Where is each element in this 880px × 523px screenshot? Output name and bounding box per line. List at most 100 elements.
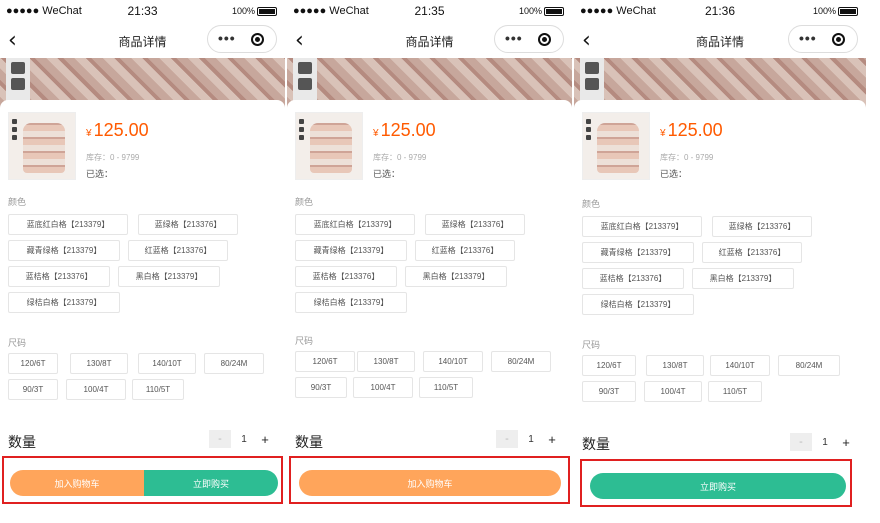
currency-symbol: ¥ bbox=[86, 128, 92, 139]
color-option[interactable]: 蓝桔格【213376】 bbox=[582, 268, 684, 289]
color-section-label: 颜色 bbox=[582, 199, 601, 209]
quantity-label: 数量 bbox=[295, 434, 323, 450]
add-to-cart-button[interactable]: 加入购物车 bbox=[10, 470, 144, 496]
stock-text: 库存：0 - 9799 bbox=[660, 153, 714, 162]
product-thumbnail bbox=[582, 112, 650, 180]
sku-selector-sheet: ¥125.00 库存：0 - 9799 已选： 颜色 蓝底红白格【213379】… bbox=[574, 100, 866, 523]
color-option[interactable]: 蓝底红白格【213379】 bbox=[8, 214, 128, 235]
color-option[interactable]: 绿桔白格【213379】 bbox=[8, 292, 120, 313]
size-section-label: 尺码 bbox=[8, 338, 27, 348]
color-option[interactable]: 蓝底红白格【213379】 bbox=[295, 214, 415, 235]
color-option[interactable]: 红蓝格【213376】 bbox=[128, 240, 228, 261]
color-option[interactable]: 红蓝格【213376】 bbox=[415, 240, 515, 261]
battery-indicator: 100% bbox=[232, 6, 277, 17]
battery-label: 100% bbox=[812, 6, 836, 16]
increase-button[interactable]: + bbox=[838, 435, 854, 450]
color-option[interactable]: 黑白格【213379】 bbox=[118, 266, 220, 287]
nav-bar: ‹ 商品详情 ••• bbox=[0, 22, 285, 58]
decrease-button[interactable]: - bbox=[209, 430, 231, 448]
stock-text: 库存：0 - 9799 bbox=[373, 153, 427, 162]
banner-thumbnail-strip bbox=[580, 58, 604, 102]
size-option[interactable]: 80/24M bbox=[778, 355, 840, 376]
quantity-value[interactable]: 1 bbox=[231, 434, 257, 445]
color-option[interactable]: 蓝桔格【213376】 bbox=[8, 266, 110, 287]
size-option[interactable]: 140/10T bbox=[423, 351, 483, 372]
color-option[interactable]: 藏青绿格【213379】 bbox=[582, 242, 694, 263]
color-option[interactable]: 蓝绿格【213376】 bbox=[712, 216, 812, 237]
quantity-value[interactable]: 1 bbox=[518, 434, 544, 445]
size-option[interactable]: 110/5T bbox=[132, 379, 184, 400]
size-option[interactable]: 80/24M bbox=[204, 353, 264, 374]
banner-thumbnail-strip bbox=[293, 58, 317, 102]
color-option[interactable]: 蓝桔格【213376】 bbox=[295, 266, 397, 287]
increase-button[interactable]: + bbox=[544, 432, 560, 447]
product-price: ¥125.00 bbox=[373, 120, 436, 141]
size-option[interactable]: 140/10T bbox=[710, 355, 770, 376]
more-icon[interactable]: ••• bbox=[218, 30, 236, 46]
color-option[interactable]: 蓝底红白格【213379】 bbox=[582, 216, 702, 237]
size-option[interactable]: 120/6T bbox=[295, 351, 355, 372]
color-option[interactable]: 黑白格【213379】 bbox=[692, 268, 794, 289]
quantity-value[interactable]: 1 bbox=[812, 437, 838, 448]
action-bar-highlight: 加入购物车 立即购买 bbox=[2, 456, 283, 504]
price-value: 125.00 bbox=[93, 120, 149, 140]
size-option[interactable]: 100/4T bbox=[353, 377, 413, 398]
phone-screen-2: ●●●●● WeChat 21:35 100% ‹ 商品详情 ••• ¥125.… bbox=[287, 0, 572, 523]
size-option[interactable]: 120/6T bbox=[8, 353, 58, 374]
close-miniprogram-icon[interactable] bbox=[538, 33, 551, 46]
color-option[interactable]: 藏青绿格【213379】 bbox=[295, 240, 407, 261]
sku-selector-sheet: ¥125.00 库存：0 - 9799 已选： 颜色 蓝底红白格【213379】… bbox=[287, 100, 572, 523]
status-bar: ●●●●● WeChat 21:35 100% bbox=[287, 0, 572, 22]
size-option[interactable]: 130/8T bbox=[646, 355, 704, 376]
close-miniprogram-icon[interactable] bbox=[251, 33, 264, 46]
sku-selector-sheet: ¥125.00 库存：0 - 9799 已选： 颜色 蓝底红白格【213379】… bbox=[0, 100, 285, 523]
decrease-button[interactable]: - bbox=[496, 430, 518, 448]
product-price: ¥125.00 bbox=[660, 120, 723, 141]
size-option[interactable]: 110/5T bbox=[419, 377, 473, 398]
status-bar: ●●●●● WeChat 21:36 100% bbox=[574, 0, 866, 22]
buy-now-button[interactable]: 立即购买 bbox=[590, 473, 846, 499]
size-section-label: 尺码 bbox=[582, 340, 601, 350]
size-option[interactable]: 130/8T bbox=[357, 351, 415, 372]
menu-capsule: ••• bbox=[207, 25, 277, 53]
stock-text: 库存：0 - 9799 bbox=[86, 153, 140, 162]
color-option[interactable]: 黑白格【213379】 bbox=[405, 266, 507, 287]
size-option[interactable]: 90/3T bbox=[295, 377, 347, 398]
size-option[interactable]: 130/8T bbox=[70, 353, 128, 374]
color-section-label: 颜色 bbox=[295, 197, 314, 207]
decrease-button[interactable]: - bbox=[790, 433, 812, 451]
size-option[interactable]: 110/5T bbox=[708, 381, 762, 402]
buy-now-button[interactable]: 立即购买 bbox=[144, 470, 278, 496]
size-option[interactable]: 120/6T bbox=[582, 355, 636, 376]
color-option[interactable]: 藏青绿格【213379】 bbox=[8, 240, 120, 261]
size-option[interactable]: 100/4T bbox=[644, 381, 702, 402]
battery-indicator: 100% bbox=[812, 6, 858, 17]
color-section-label: 颜色 bbox=[8, 197, 27, 207]
more-icon[interactable]: ••• bbox=[505, 30, 523, 46]
size-option[interactable]: 80/24M bbox=[491, 351, 551, 372]
size-option[interactable]: 90/3T bbox=[582, 381, 636, 402]
size-option[interactable]: 140/10T bbox=[138, 353, 196, 374]
color-option[interactable]: 绿桔白格【213379】 bbox=[582, 294, 694, 315]
size-option[interactable]: 90/3T bbox=[8, 379, 58, 400]
price-value: 125.00 bbox=[667, 120, 723, 140]
quantity-stepper: - 1 + bbox=[790, 433, 854, 451]
product-thumbnail bbox=[295, 112, 363, 180]
quantity-stepper: - 1 + bbox=[496, 430, 560, 448]
action-bar-highlight: 加入购物车 bbox=[289, 456, 570, 504]
size-option[interactable]: 100/4T bbox=[66, 379, 126, 400]
color-option[interactable]: 绿桔白格【213379】 bbox=[295, 292, 407, 313]
add-to-cart-button[interactable]: 加入购物车 bbox=[299, 470, 561, 496]
more-icon[interactable]: ••• bbox=[799, 30, 817, 46]
close-miniprogram-icon[interactable] bbox=[832, 33, 845, 46]
battery-icon bbox=[544, 7, 564, 17]
increase-button[interactable]: + bbox=[257, 432, 273, 447]
color-option[interactable]: 蓝绿格【213376】 bbox=[138, 214, 238, 235]
status-bar: ●●●●● WeChat 21:33 100% bbox=[0, 0, 285, 22]
battery-indicator: 100% bbox=[519, 6, 564, 17]
menu-capsule: ••• bbox=[494, 25, 564, 53]
product-thumbnail bbox=[8, 112, 76, 180]
color-option[interactable]: 蓝绿格【213376】 bbox=[425, 214, 525, 235]
phone-screen-1: ●●●●● WeChat 21:33 100% ‹ 商品详情 ••• ¥125.… bbox=[0, 0, 285, 523]
color-option[interactable]: 红蓝格【213376】 bbox=[702, 242, 802, 263]
